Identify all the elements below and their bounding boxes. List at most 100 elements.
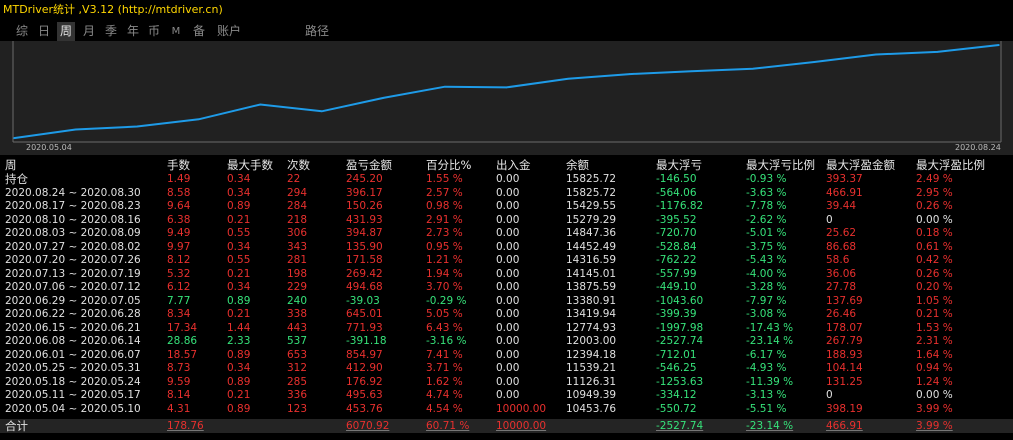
row-floating-loss: -1043.60: [656, 294, 704, 307]
row-pl: 135.90: [346, 240, 383, 253]
tab-summary[interactable]: 综: [14, 22, 30, 41]
table-row[interactable]: 2020.07.06 ~ 2020.07.12 6.12 0.34 229 494.68…: [0, 281, 1013, 295]
row-floating-profit: 25.62: [826, 227, 857, 239]
row-floating-loss-pct: -2.62 %: [746, 213, 787, 226]
row-floating-loss-pct: -3.13 %: [746, 389, 787, 401]
row-pl: 453.76: [346, 402, 383, 415]
row-pct: 2.57 %: [426, 186, 463, 199]
row-floating-profit-pct: 0.26 %: [916, 267, 953, 280]
row-floating-profit-pct: 0.00 %: [916, 213, 953, 226]
row-floating-loss: -712.01: [656, 348, 697, 361]
row-period: 2020.07.06 ~ 2020.07.12: [5, 281, 141, 293]
tab-path[interactable]: 路径: [302, 22, 332, 41]
row-pct: 0.98 %: [426, 200, 463, 212]
header-percent[interactable]: 百分比%: [426, 157, 471, 173]
header-max-lots[interactable]: 最大手数: [227, 157, 273, 173]
row-lots: 17.34: [167, 321, 198, 334]
row-balance: 10453.76: [566, 402, 617, 415]
header-max-floating-profit-pct[interactable]: 最大浮盈比例: [916, 157, 985, 173]
row-floating-loss: -762.22: [656, 254, 697, 266]
header-max-floating-loss[interactable]: 最大浮亏: [656, 157, 702, 173]
row-max-lots: 0.89: [227, 294, 251, 307]
row-floating-profit: 0: [826, 389, 833, 401]
row-floating-loss: -550.72: [656, 402, 697, 415]
row-pl: 494.68: [346, 281, 383, 293]
row-floating-loss-pct: -5.43 %: [746, 254, 787, 266]
open-positions-row[interactable]: 持仓 1.49 0.34 22 245.20 1.55 % 0.00 15825…: [0, 172, 1013, 187]
table-row[interactable]: 2020.06.15 ~ 2020.06.21 17.34 1.44 443 771.9…: [0, 322, 1013, 336]
row-max-lots: 2.33: [227, 335, 251, 347]
header-max-floating-profit[interactable]: 最大浮盈金额: [826, 157, 895, 173]
table-row[interactable]: 2020.06.29 ~ 2020.07.05 7.77 0.89 240 -39.03…: [0, 295, 1013, 309]
row-flow: 0.00: [496, 186, 520, 199]
table-row[interactable]: 2020.08.24 ~ 2020.08.30 8.58 0.34 294 396.17…: [0, 187, 1013, 201]
x-start-tick-label: 2020.05.04: [26, 143, 72, 152]
equity-series: [13, 44, 1000, 140]
table-row[interactable]: 2020.08.10 ~ 2020.08.16 6.38 0.21 218 431.93…: [0, 214, 1013, 228]
row-lots: 6.38: [167, 213, 191, 226]
row-lots: 8.12: [167, 254, 191, 266]
table-row[interactable]: 2020.05.18 ~ 2020.05.24 9.59 0.89 285 176.92…: [0, 376, 1013, 390]
row-flow: 0.00: [496, 213, 520, 226]
row-period: 2020.05.11 ~ 2020.05.17: [5, 389, 141, 401]
row-max-lots: 0.89: [227, 348, 251, 361]
tab-quarterly[interactable]: 季: [103, 22, 119, 41]
row-count: 294: [287, 186, 308, 199]
total-row[interactable]: 合计 178.76 6070.92 60.71 % 10000.00 -2527…: [0, 419, 1013, 433]
row-pct: 6.43 %: [426, 321, 463, 334]
row-pl: 854.97: [346, 348, 383, 361]
table-row[interactable]: 2020.06.01 ~ 2020.06.07 18.57 0.89 653 854.9…: [0, 349, 1013, 363]
table-row[interactable]: 2020.05.11 ~ 2020.05.17 8.14 0.21 336 495.63…: [0, 389, 1013, 403]
row-pl: 176.92: [346, 375, 383, 388]
row-period: 2020.06.22 ~ 2020.06.28: [5, 308, 141, 320]
table-row[interactable]: 2020.06.08 ~ 2020.06.14 28.86 2.33 537 -391.…: [0, 335, 1013, 349]
row-flow: 0.00: [496, 308, 520, 320]
equity-point-3: [197, 118, 200, 121]
table-row[interactable]: 2020.05.25 ~ 2020.05.31 8.73 0.34 312 412.90…: [0, 362, 1013, 376]
row-floating-loss-pct: -5.51 %: [746, 402, 787, 415]
total-label: 合计: [5, 419, 28, 433]
row-pl: 171.58: [346, 254, 383, 266]
equity-chart: 2020.05.04 2020.08.24: [0, 41, 1013, 155]
table-row[interactable]: 2020.08.03 ~ 2020.08.09 9.49 0.55 306 394.87…: [0, 227, 1013, 241]
row-pct: 1.62 %: [426, 375, 463, 388]
row-floating-profit-pct: 0.18 %: [916, 227, 953, 239]
row-floating-profit: 137.69: [826, 294, 863, 307]
tab-notes[interactable]: 备: [191, 22, 207, 41]
row-floating-profit: 398.19: [826, 402, 863, 415]
row-max-lots: 0.34: [227, 362, 251, 374]
tab-monthly[interactable]: 月: [81, 22, 97, 41]
row-period: 2020.07.13 ~ 2020.07.19: [5, 267, 141, 280]
header-max-floating-loss-pct[interactable]: 最大浮亏比例: [746, 157, 815, 173]
tab-magic[interactable]: M: [169, 22, 183, 41]
row-count: 218: [287, 213, 308, 226]
table-row[interactable]: 2020.05.04 ~ 2020.05.10 4.31 0.89 123 453.76…: [0, 403, 1013, 417]
row-floating-profit: 58.6: [826, 254, 850, 266]
tab-weekly[interactable]: 周: [57, 22, 75, 41]
tab-yearly[interactable]: 年: [125, 22, 141, 41]
row-max-lots: 0.55: [227, 227, 251, 239]
row-balance: 14145.01: [566, 267, 617, 280]
table-row[interactable]: 2020.07.27 ~ 2020.08.02 9.97 0.34 343 135.90…: [0, 241, 1013, 255]
header-balance[interactable]: 余额: [566, 157, 589, 173]
tab-currency[interactable]: 币: [146, 22, 162, 41]
table-row[interactable]: 2020.06.22 ~ 2020.06.28 8.34 0.21 338 645.01…: [0, 308, 1013, 322]
tab-daily[interactable]: 日: [36, 22, 52, 41]
table-row[interactable]: 2020.08.17 ~ 2020.08.23 9.64 0.89 284 150.26…: [0, 200, 1013, 214]
row-max-lots: 0.89: [227, 375, 251, 388]
row-period: 2020.08.10 ~ 2020.08.16: [5, 213, 141, 226]
total-floating-loss-pct: -23.14 %: [746, 420, 794, 432]
row-flow: 0.00: [496, 348, 520, 361]
header-pl[interactable]: 盈亏金额: [346, 157, 392, 173]
row-period: 2020.06.29 ~ 2020.07.05: [5, 294, 141, 307]
row-max-lots: 0.21: [227, 389, 251, 401]
row-period: 2020.06.08 ~ 2020.06.14: [5, 335, 141, 347]
tab-account[interactable]: 账户: [214, 22, 244, 41]
table-row[interactable]: 2020.07.20 ~ 2020.07.26 8.12 0.55 281 171.58…: [0, 254, 1013, 268]
header-period[interactable]: 周: [5, 157, 17, 173]
header-lots[interactable]: 手数: [167, 157, 190, 173]
header-count[interactable]: 次数: [287, 157, 310, 173]
header-deposits[interactable]: 出入金: [496, 157, 531, 173]
row-floating-profit-pct: 2.95 %: [916, 186, 953, 199]
table-row[interactable]: 2020.07.13 ~ 2020.07.19 5.32 0.21 198 269.42…: [0, 268, 1013, 282]
